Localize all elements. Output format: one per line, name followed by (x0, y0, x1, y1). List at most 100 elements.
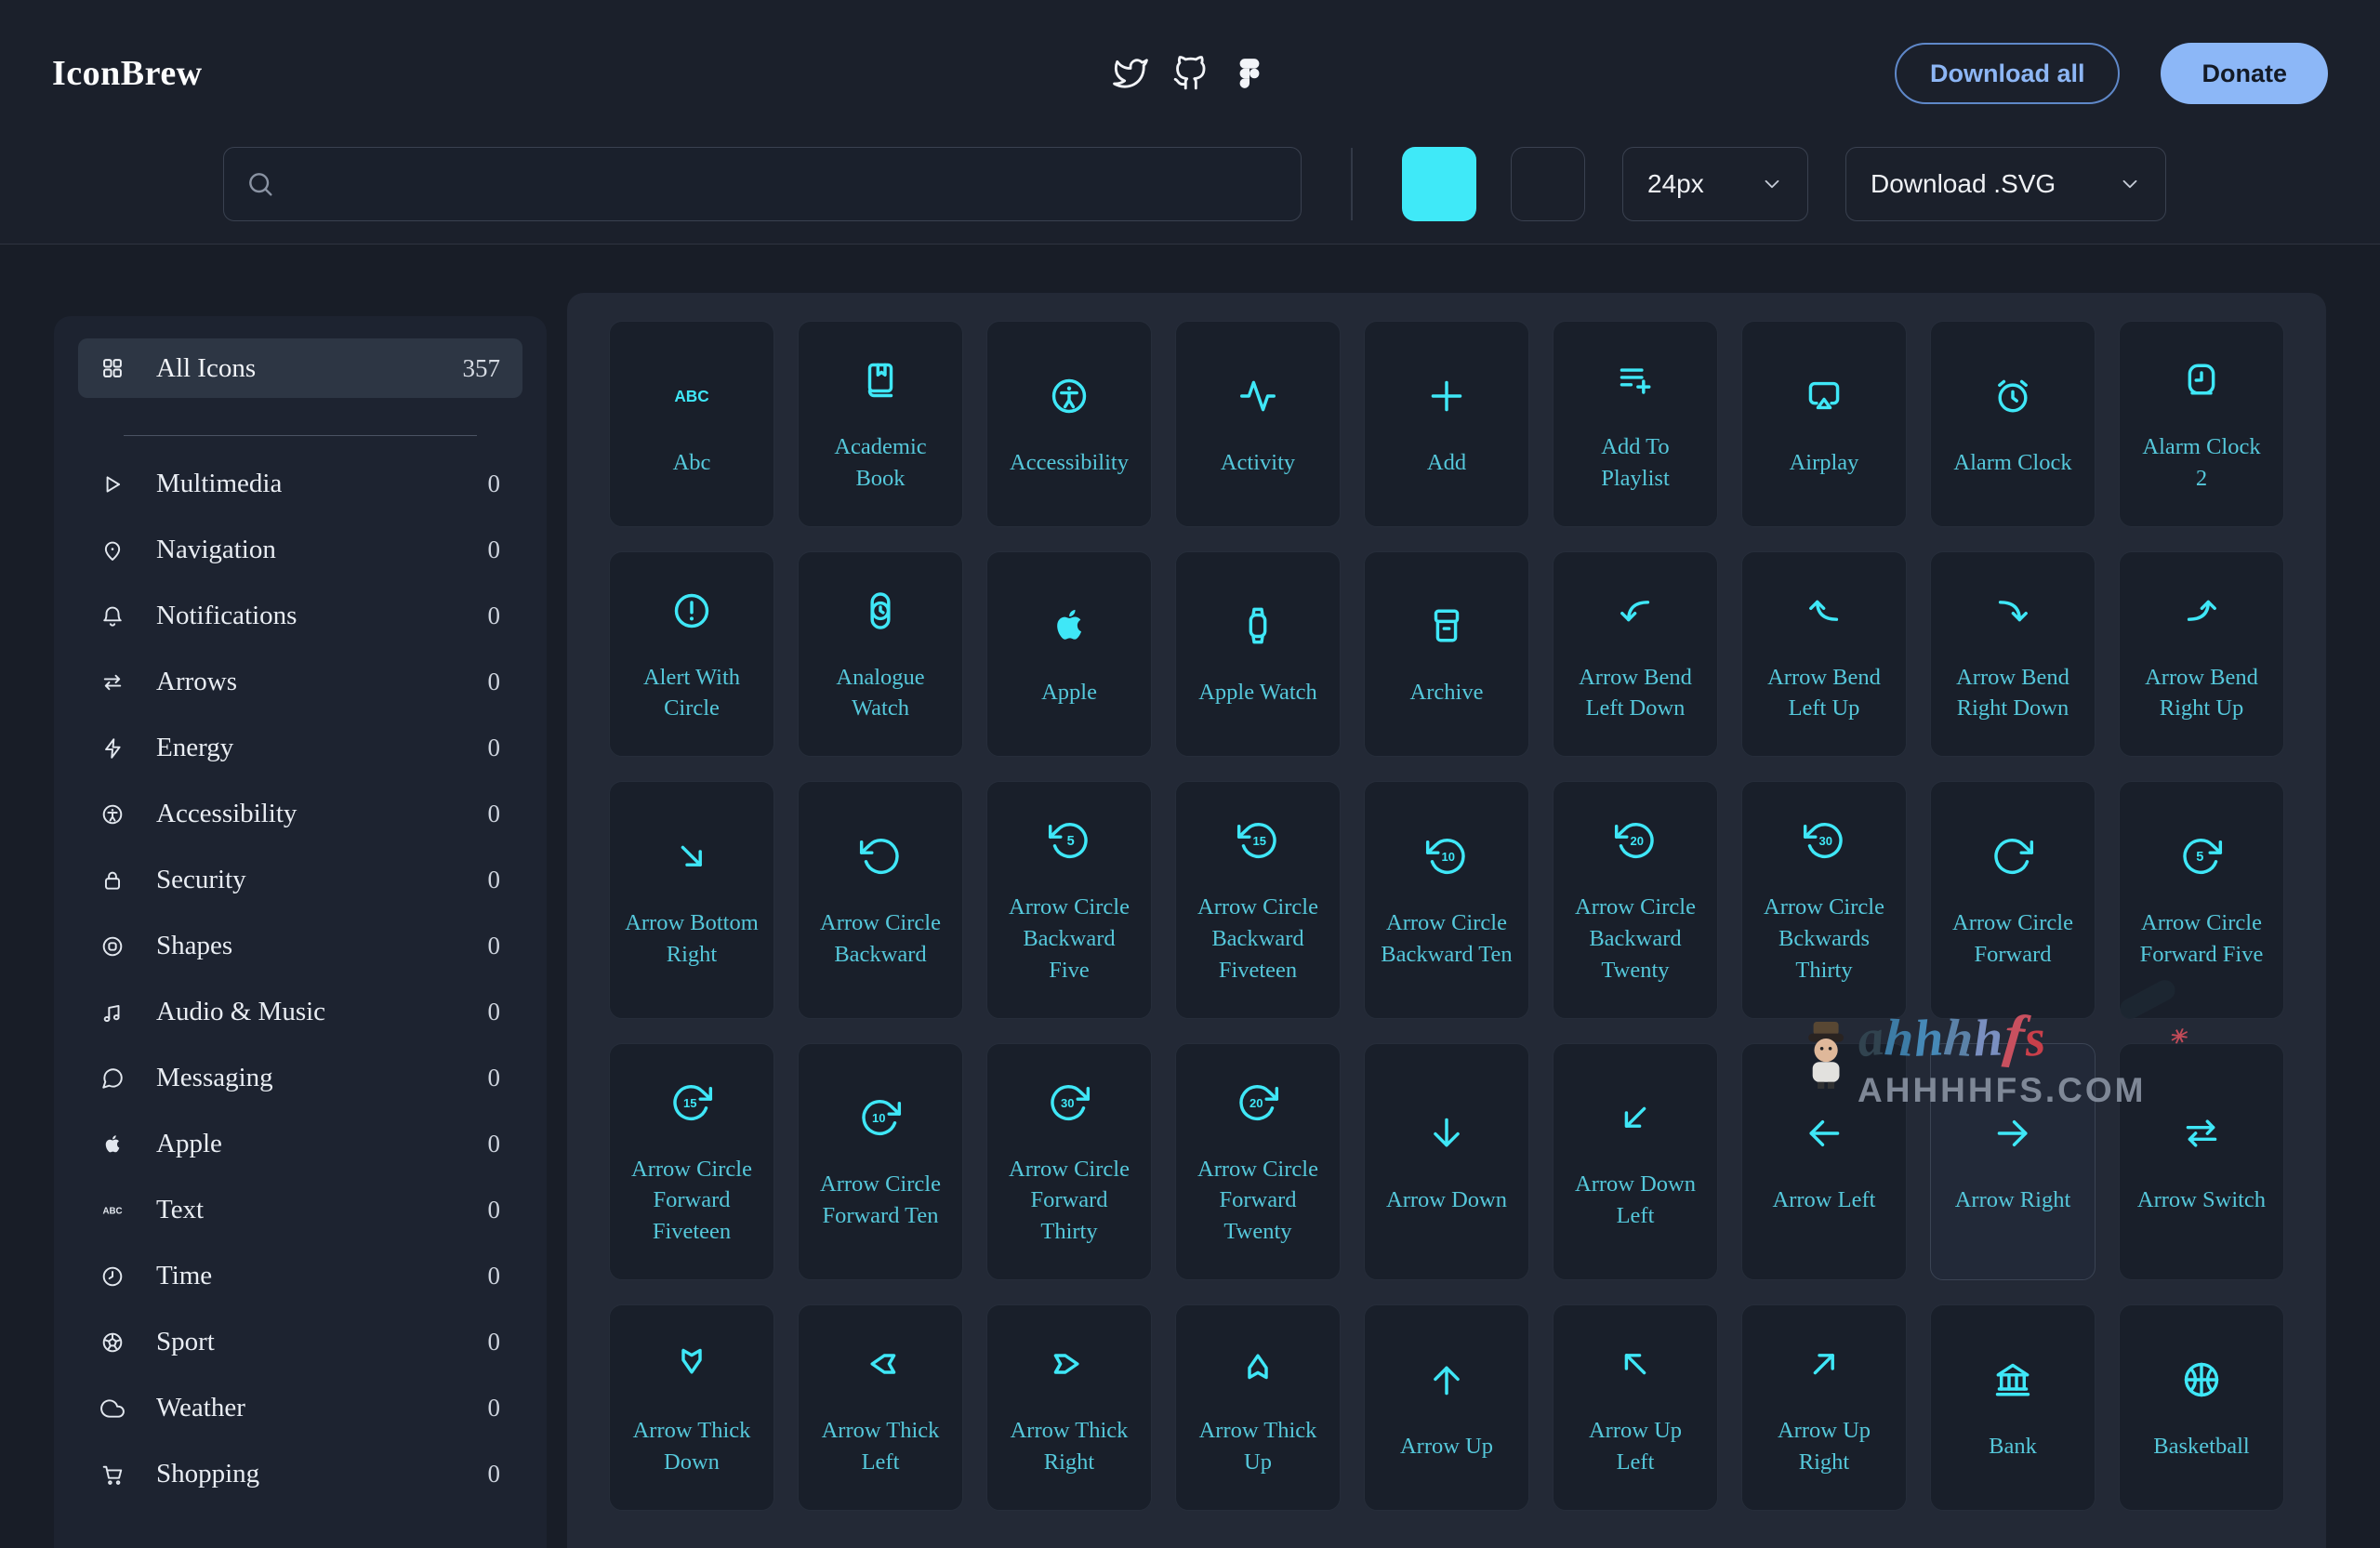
icon-card-alarm-clock[interactable]: Alarm Clock (1930, 321, 2096, 527)
icon-card-arrow-circle-backward[interactable]: Arrow Circle Backward (798, 781, 963, 1018)
icon-card-arrow-down[interactable]: Arrow Down (1364, 1043, 1529, 1280)
accessibility-icon (1048, 375, 1091, 417)
sidebar-item-accessibility[interactable]: Accessibility0 (78, 781, 522, 847)
icon-card-add[interactable]: Add (1364, 321, 1529, 527)
icon-card-arrow-up[interactable]: Arrow Up (1364, 1304, 1529, 1511)
icon-card-arrow-thick-up[interactable]: Arrow Thick Up (1175, 1304, 1341, 1511)
size-select[interactable]: 24px (1622, 147, 1808, 221)
icon-card-arrow-left[interactable]: Arrow Left (1741, 1043, 1907, 1280)
sidebar-item-count: 0 (488, 800, 501, 828)
sidebar-item-apple[interactable]: Apple0 (78, 1111, 522, 1177)
icon-card-arrow-circle-backward-30[interactable]: 30Arrow Circle Bckwards Thirty (1741, 781, 1907, 1018)
sidebar-item-weather[interactable]: Weather0 (78, 1375, 522, 1441)
sidebar-item-messaging[interactable]: Messaging0 (78, 1045, 522, 1111)
icon-card-arrow-right[interactable]: Arrow Right (1930, 1043, 2096, 1280)
icon-card-arrow-circle-forward-20[interactable]: 20Arrow Circle Forward Twenty (1175, 1043, 1341, 1280)
icon-card-arrow-circle-backward-15[interactable]: 15Arrow Circle Backward Fiveteen (1175, 781, 1341, 1018)
icon-card-apple[interactable]: Apple (986, 551, 1152, 758)
icon-card-label: Alarm Clock (1953, 447, 2071, 479)
icon-card-label: Arrow Circle Backward Ten (1380, 907, 1514, 971)
icon-card-arrow-bottom-right[interactable]: Arrow Bottom Right (609, 781, 774, 1018)
sidebar-item-arrows[interactable]: Arrows0 (78, 649, 522, 715)
size-select-value: 24px (1647, 169, 1704, 199)
icon-card-abc[interactable]: ABCAbc (609, 321, 774, 527)
icon-card-label: Arrow Up Right (1757, 1415, 1891, 1478)
icon-card-arrow-thick-right[interactable]: Arrow Thick Right (986, 1304, 1152, 1511)
icon-card-arrow-bend-left-up[interactable]: Arrow Bend Left Up (1741, 551, 1907, 758)
sidebar-item-multimedia[interactable]: Multimedia0 (78, 451, 522, 517)
toolbar-divider (1351, 148, 1353, 220)
sidebar-item-navigation[interactable]: Navigation0 (78, 517, 522, 583)
sidebar-item-shapes[interactable]: Shapes0 (78, 913, 522, 979)
svg-text:20: 20 (1630, 834, 1643, 848)
figma-icon[interactable] (1232, 56, 1267, 91)
svg-text:20: 20 (1250, 1096, 1263, 1110)
sidebar-item-audio-music[interactable]: Audio & Music 0 (78, 979, 522, 1045)
icon-card-arrow-bend-left-down[interactable]: Arrow Bend Left Down (1553, 551, 1718, 758)
chevron-down-icon (2119, 173, 2141, 195)
icon-card-academic-book[interactable]: Academic Book (798, 321, 963, 527)
accent-color-swatch[interactable] (1402, 147, 1476, 221)
sidebar-item-time[interactable]: Time0 (78, 1243, 522, 1309)
icon-card-arrow-bend-right-up[interactable]: Arrow Bend Right Up (2119, 551, 2284, 758)
sidebar-item-sport[interactable]: Sport0 (78, 1309, 522, 1375)
icon-card-arrow-circle-forward-15[interactable]: 15Arrow Circle Forward Fiveteen (609, 1043, 774, 1280)
icon-card-archive[interactable]: Archive (1364, 551, 1529, 758)
music-note-icon (100, 1000, 125, 1025)
icon-card-arrow-circle-backward-5[interactable]: 5Arrow Circle Backward Five (986, 781, 1152, 1018)
icon-card-analogue-watch[interactable]: Analogue Watch (798, 551, 963, 758)
sidebar-item-security[interactable]: Security0 (78, 847, 522, 913)
icon-card-bank[interactable]: Bank (1930, 1304, 2096, 1511)
sidebar-item-label: Multimedia (156, 469, 282, 499)
sidebar-item-label: Audio & Music (156, 997, 325, 1027)
icon-card-arrow-circle-forward[interactable]: Arrow Circle Forward (1930, 781, 2096, 1018)
github-icon[interactable] (1172, 56, 1208, 91)
alert-with-circle-icon (670, 589, 713, 632)
icon-card-activity[interactable]: Activity (1175, 321, 1341, 527)
academic-book-icon (859, 359, 902, 402)
icon-card-add-to-playlist[interactable]: Add To Playlist (1553, 321, 1718, 527)
icon-card-alert-with-circle[interactable]: Alert With Circle (609, 551, 774, 758)
icon-card-arrow-down-left[interactable]: Arrow Down Left (1553, 1043, 1718, 1280)
icon-card-arrow-circle-backward-20[interactable]: 20Arrow Circle Backward Twenty (1553, 781, 1718, 1018)
sidebar-item-notifications[interactable]: Notifications0 (78, 583, 522, 649)
sidebar-item-text[interactable]: ABCText0 (78, 1177, 522, 1243)
icon-card-airplay[interactable]: Airplay (1741, 321, 1907, 527)
icon-card-arrow-bend-right-down[interactable]: Arrow Bend Right Down (1930, 551, 2096, 758)
icon-card-accessibility[interactable]: Accessibility (986, 321, 1152, 527)
icon-card-arrow-thick-left[interactable]: Arrow Thick Left (798, 1304, 963, 1511)
icon-card-arrow-switch[interactable]: Arrow Switch (2119, 1043, 2284, 1280)
icon-card-arrow-up-left[interactable]: Arrow Up Left (1553, 1304, 1718, 1511)
icon-card-arrow-up-right[interactable]: Arrow Up Right (1741, 1304, 1907, 1511)
arrow-down-left-icon (1614, 1096, 1657, 1139)
icon-card-label: Arrow Circle Backward Five (1002, 892, 1136, 986)
icon-card-label: Arrow Switch (2137, 1184, 2266, 1216)
icon-card-arrow-circle-forward-5[interactable]: 5Arrow Circle Forward Five (2119, 781, 2284, 1018)
sidebar-item-energy[interactable]: Energy0 (78, 715, 522, 781)
apple-icon (100, 1132, 125, 1157)
format-select[interactable]: Download .SVG (1845, 147, 2166, 221)
sidebar-item-all-icons[interactable]: All Icons 357 (78, 338, 522, 398)
icon-card-basketball[interactable]: Basketball (2119, 1304, 2284, 1511)
icon-card-arrow-circle-forward-30[interactable]: 30Arrow Circle Forward Thirty (986, 1043, 1152, 1280)
icon-card-apple-watch[interactable]: Apple Watch (1175, 551, 1341, 758)
map-pin-icon (100, 538, 125, 562)
sidebar-item-label: Time (156, 1261, 212, 1291)
icon-card-arrow-thick-down[interactable]: Arrow Thick Down (609, 1304, 774, 1511)
sidebar-item-count: 0 (488, 998, 501, 1026)
icon-card-arrow-circle-forward-10[interactable]: 10Arrow Circle Forward Ten (798, 1043, 963, 1280)
download-all-button[interactable]: Download all (1895, 43, 2121, 104)
icon-card-alarm-clock-2[interactable]: Alarm Clock 2 (2119, 321, 2284, 527)
twitter-icon[interactable] (1113, 56, 1148, 91)
sidebar-item-count: 0 (488, 932, 501, 960)
icon-card-label: Apple (1041, 677, 1097, 708)
icon-card-arrow-circle-backward-10[interactable]: 10Arrow Circle Backward Ten (1364, 781, 1529, 1018)
sidebar-item-label: Notifications (156, 601, 297, 631)
donate-button[interactable]: Donate (2161, 43, 2328, 104)
sidebar-item-shopping[interactable]: Shopping0 (78, 1441, 522, 1507)
search-input[interactable] (223, 147, 1302, 221)
icon-card-label: Arrow Down (1386, 1184, 1507, 1216)
empty-color-swatch[interactable] (1511, 147, 1585, 221)
soccer-ball-icon (100, 1330, 125, 1355)
iconbrew-page: { "header": { "logo": "IconBrew", "socia… (0, 0, 2380, 1548)
